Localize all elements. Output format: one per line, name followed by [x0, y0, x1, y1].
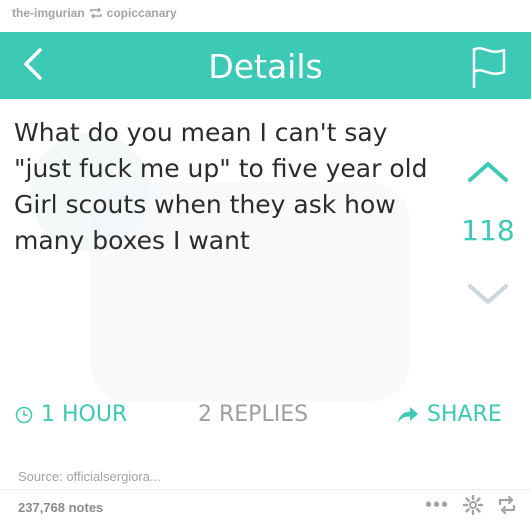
gear-icon[interactable] — [463, 495, 483, 515]
post-time: 1 HOUR — [15, 402, 127, 427]
vote-count: 118 — [461, 214, 515, 247]
notes-count[interactable]: 237,768 notes — [18, 500, 103, 515]
replies-button[interactable]: 2 REPLIES — [198, 402, 308, 427]
share-button[interactable]: SHARE — [397, 402, 502, 427]
upvote-chevron-icon[interactable] — [464, 158, 512, 186]
post-line: many boxes I want — [14, 226, 250, 255]
details-header: Details — [0, 32, 531, 99]
reblog-icon[interactable] — [497, 496, 517, 514]
vote-widget: 118 — [458, 150, 518, 350]
post-actions: ••• — [425, 495, 517, 515]
clock-icon — [15, 406, 33, 423]
post-line: What do you mean I can't say — [14, 118, 388, 147]
share-label: SHARE — [427, 402, 502, 427]
reblog-attribution: the-imgurian copiccanary — [12, 5, 177, 21]
post-footer: 1 HOUR 2 REPLIES SHARE — [0, 396, 531, 436]
post-line: "just fuck me up" to five year old — [14, 154, 428, 183]
more-options-icon[interactable]: ••• — [425, 495, 449, 515]
post-text: What do you mean I can't say "just fuck … — [14, 115, 444, 259]
downvote-chevron-icon[interactable] — [464, 280, 512, 308]
page-title: Details — [208, 47, 323, 86]
source-blog-link[interactable]: the-imgurian — [12, 6, 85, 20]
time-label: 1 HOUR — [41, 402, 128, 427]
source-link[interactable]: Source: officialsergiora... — [18, 469, 161, 484]
post-screenshot: Details What do you mean I can't say "ju… — [0, 32, 531, 442]
flag-icon[interactable] — [468, 42, 510, 90]
divider — [0, 489, 531, 490]
share-arrow-icon — [398, 406, 418, 423]
reblog-icon — [89, 7, 103, 19]
post-line: Girl scouts when they ask how — [14, 190, 396, 219]
reblogger-blog-link[interactable]: copiccanary — [107, 6, 177, 20]
